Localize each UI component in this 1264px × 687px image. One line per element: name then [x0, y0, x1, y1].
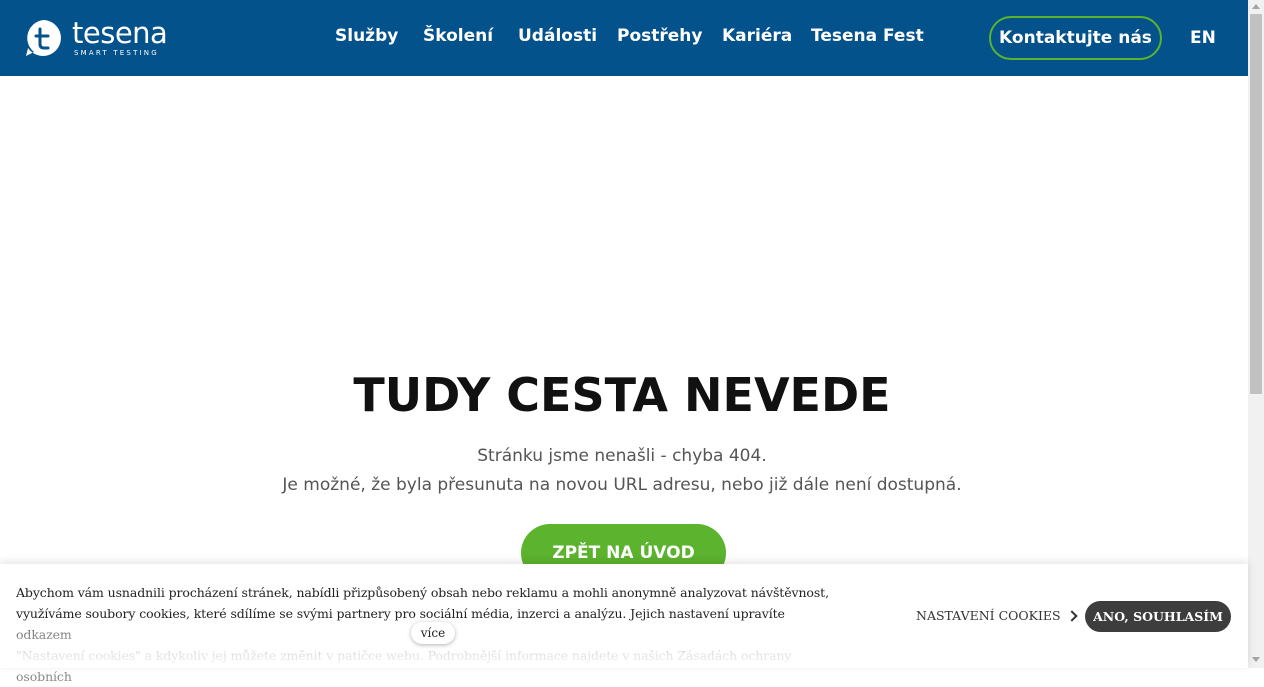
- tesena-logo[interactable]: tesena SMART TESTING: [24, 16, 168, 59]
- logo-name: tesena: [72, 16, 168, 50]
- language-switch[interactable]: EN: [1190, 28, 1216, 48]
- nav-item-kariera[interactable]: Kariéra: [722, 26, 792, 46]
- scroll-down-icon[interactable]: [1252, 657, 1260, 662]
- cookie-agree-button[interactable]: ANO, SOUHLASÍM: [1085, 601, 1231, 632]
- scroll-up-icon[interactable]: [1252, 4, 1260, 9]
- error-message: Stránku jsme nenašli - chyba 404. Je mož…: [0, 442, 1244, 500]
- cookie-banner: Abychom vám usnadnili procházení stránek…: [0, 564, 1248, 684]
- nav-item-udalosti[interactable]: Události: [518, 26, 597, 46]
- logo-tagline: SMART TESTING: [74, 49, 159, 57]
- page-title: TUDY CESTA NEVEDE: [353, 368, 891, 422]
- nav-item-sluzby[interactable]: Služby: [335, 26, 398, 46]
- site-header: tesena SMART TESTING Služby Školení Udál…: [0, 0, 1248, 76]
- logo-mark-icon: [26, 20, 61, 56]
- nav-item-tesena-fest[interactable]: Tesena Fest: [811, 26, 924, 46]
- cookie-more-button[interactable]: více: [411, 622, 455, 644]
- nav-item-postrehy[interactable]: Postřehy: [617, 26, 702, 46]
- page-scrollbar[interactable]: [1248, 0, 1264, 668]
- cookie-line-3: "Nastavení cookies" a kdykoliv jej můžet…: [16, 648, 792, 684]
- cookie-settings-link[interactable]: NASTAVENÍ COOKIES: [916, 608, 1078, 623]
- error-line-2: Je možné, že byla přesunuta na novou URL…: [282, 475, 962, 495]
- cookie-line-1: Abychom vám usnadnili procházení stránek…: [16, 585, 829, 600]
- contact-button[interactable]: Kontaktujte nás: [989, 16, 1162, 60]
- error-line-1: Stránku jsme nenašli - chyba 404.: [477, 446, 767, 466]
- chevron-right-icon: [1065, 609, 1078, 622]
- scroll-thumb[interactable]: [1250, 14, 1262, 394]
- nav-item-skoleni[interactable]: Školení: [423, 26, 493, 46]
- cookie-settings-label: NASTAVENÍ COOKIES: [916, 608, 1061, 623]
